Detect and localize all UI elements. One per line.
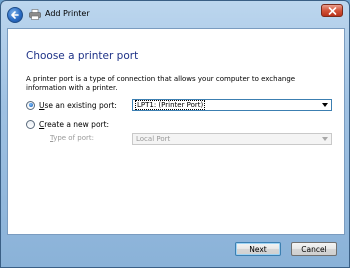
add-printer-window: Add Printer Choose a printer port A prin… xyxy=(0,0,350,268)
chevron-down-icon xyxy=(322,137,328,141)
printer-icon xyxy=(29,9,41,20)
existing-port-select[interactable]: LPT1: (Printer Port) xyxy=(132,99,332,111)
wizard-content: Choose a printer port A printer port is … xyxy=(7,28,345,235)
next-button[interactable]: Next xyxy=(235,242,281,256)
type-of-port-label: Type of port: xyxy=(50,134,94,142)
type-of-port-select[interactable]: Local Port xyxy=(132,133,332,145)
create-new-port-radio[interactable] xyxy=(26,119,35,129)
use-existing-port-radio[interactable] xyxy=(26,100,35,110)
back-button[interactable] xyxy=(7,7,23,23)
close-icon xyxy=(328,6,336,15)
cancel-button[interactable]: Cancel xyxy=(291,242,337,256)
use-existing-port-option[interactable]: Use an existing port: xyxy=(26,99,117,111)
use-existing-port-label[interactable]: Use an existing port: xyxy=(39,101,117,110)
create-new-port-option[interactable]: Create a new port: xyxy=(26,118,109,130)
window-title: Add Printer xyxy=(45,9,90,18)
chevron-down-icon[interactable] xyxy=(322,103,328,107)
close-button[interactable] xyxy=(321,4,343,17)
page-heading: Choose a printer port xyxy=(26,50,139,62)
create-new-port-label[interactable]: Create a new port: xyxy=(39,120,109,129)
title-bar: Add Printer xyxy=(1,1,349,28)
existing-port-value: LPT1: (Printer Port) xyxy=(134,100,206,110)
type-of-port-value: Local Port xyxy=(136,135,171,143)
back-arrow-icon xyxy=(11,11,19,19)
page-description: A printer port is a type of connection t… xyxy=(26,75,296,92)
